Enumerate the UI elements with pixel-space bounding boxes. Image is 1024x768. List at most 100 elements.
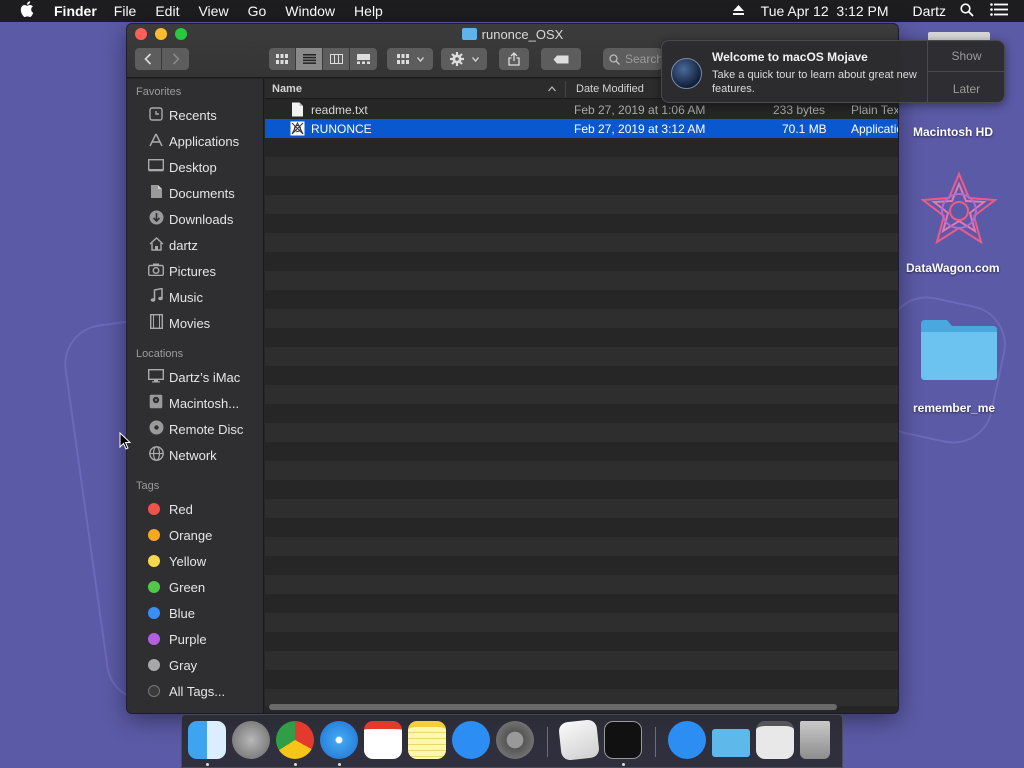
apple-menu-icon[interactable] [20, 1, 40, 21]
back-button[interactable] [135, 48, 162, 70]
file-rows: readme.txt Feb 27, 2019 at 1:06 AM 233 b… [265, 100, 898, 706]
sidebar-item-remote-disc[interactable]: Remote Disc [127, 417, 264, 441]
columns-icon [329, 54, 343, 64]
preview-window-dock-icon[interactable] [756, 721, 794, 759]
sidebar-item-tag-orange[interactable]: Orange [127, 523, 264, 547]
sidebar-header-tags: Tags [136, 480, 160, 492]
search-input[interactable]: Search [603, 48, 663, 70]
tag-icon [553, 55, 569, 63]
sidebar-item-documents[interactable]: Documents [127, 181, 264, 205]
terminal-dock-icon[interactable] [604, 721, 642, 759]
sidebar-item-label: Network [169, 447, 217, 463]
spotlight-search-icon[interactable] [960, 2, 974, 20]
chevron-right-icon [172, 53, 180, 65]
file-kind: Plain Text [851, 103, 898, 117]
sidebar-item-label: Orange [169, 527, 213, 543]
column-header-name[interactable]: Name [272, 83, 302, 95]
column-divider[interactable] [565, 81, 566, 97]
launchpad-rocket-dock-icon[interactable] [232, 721, 270, 759]
eject-icon[interactable] [732, 3, 745, 19]
sidebar-item-network[interactable]: Network [127, 443, 264, 467]
sidebar-item-all-tags[interactable]: All Tags... [127, 679, 264, 703]
menu-file[interactable]: File [114, 3, 137, 19]
dock [181, 714, 843, 768]
gallery-view-button[interactable] [350, 48, 377, 70]
app-store-dock-icon[interactable] [452, 721, 490, 759]
app-store-download-dock-icon[interactable] [668, 721, 706, 759]
notes-dock-icon[interactable] [408, 721, 446, 759]
menu-window[interactable]: Window [285, 3, 335, 19]
applications-icon [143, 133, 169, 150]
camera-icon [143, 263, 169, 279]
sidebar-item-tag-yellow[interactable]: Yellow [127, 549, 264, 573]
text-document-dock-icon[interactable] [558, 719, 600, 761]
music-note-icon [143, 287, 169, 306]
forward-button[interactable] [162, 48, 189, 70]
desktop-icon-label: DataWagon.com [906, 261, 1000, 275]
sidebar-item-recents[interactable]: Recents [127, 103, 264, 127]
sidebar-item-home[interactable]: dartz [127, 233, 264, 257]
menubar-clock[interactable]: Tue Apr 12 3:12 PM [761, 3, 889, 19]
folder-dock-icon[interactable] [712, 729, 750, 757]
file-size: 233 bytes [773, 103, 826, 117]
app-name-menu[interactable]: Finder [54, 3, 97, 19]
sidebar-item-imac[interactable]: Dartz’s iMac [127, 365, 264, 389]
list-view-button[interactable] [296, 48, 323, 70]
share-button[interactable] [499, 48, 529, 70]
column-header-date-modified[interactable]: Date Modified [576, 83, 644, 95]
desktop-icon [143, 158, 169, 175]
sidebar-item-tag-blue[interactable]: Blue [127, 601, 264, 625]
sidebar-item-tag-red[interactable]: Red [127, 497, 264, 521]
sidebar-item-tag-green[interactable]: Green [127, 575, 264, 599]
sidebar-item-pictures[interactable]: Pictures [127, 259, 264, 283]
tags-button[interactable] [541, 48, 581, 70]
chevron-down-icon [416, 56, 424, 62]
menu-view[interactable]: View [198, 3, 228, 19]
document-icon [143, 184, 169, 202]
menu-bar: Finder File Edit View Go Window Help Tue… [0, 0, 1024, 22]
window-title-text: runonce_OSX [481, 27, 564, 42]
file-date: Feb 27, 2019 at 3:12 AM [574, 122, 706, 136]
tag-dot-icon [148, 633, 160, 645]
sidebar-item-tag-gray[interactable]: Gray [127, 653, 264, 677]
chrome-dock-icon[interactable] [276, 721, 314, 759]
notification-banner[interactable]: Welcome to macOS Mojave Take a quick tou… [661, 40, 1005, 104]
finder-dock-icon[interactable] [188, 721, 226, 759]
menu-edit[interactable]: Edit [155, 3, 179, 19]
sidebar-item-applications[interactable]: Applications [127, 129, 264, 153]
notification-later-button[interactable]: Later [928, 73, 1005, 104]
share-icon [508, 52, 520, 66]
menu-help[interactable]: Help [354, 3, 383, 19]
notification-show-button[interactable]: Show [928, 41, 1005, 72]
table-row[interactable]: RUNONCE Feb 27, 2019 at 3:12 AM 70.1 MB … [265, 119, 898, 138]
mouse-cursor-icon [119, 432, 131, 450]
tag-dot-icon [148, 685, 160, 697]
film-icon [143, 313, 169, 332]
menu-go[interactable]: Go [248, 3, 267, 19]
gear-icon [449, 52, 464, 66]
sidebar-item-downloads[interactable]: Downloads [127, 207, 264, 231]
sidebar-item-label: Recents [169, 107, 217, 123]
icon-view-button[interactable] [269, 48, 296, 70]
sidebar-header-locations: Locations [136, 348, 184, 360]
sidebar-item-desktop[interactable]: Desktop [127, 155, 264, 179]
sidebar-item-macintosh-hd[interactable]: Macintosh... [127, 391, 264, 415]
menubar-user[interactable]: Dartz [913, 3, 946, 19]
sidebar-item-music[interactable]: Music [127, 285, 264, 309]
sidebar-item-tag-purple[interactable]: Purple [127, 627, 264, 651]
column-view-button[interactable] [323, 48, 350, 70]
group-icon [396, 54, 409, 64]
horizontal-scrollbar[interactable] [269, 704, 837, 710]
sort-chevron-up-icon[interactable] [548, 86, 556, 92]
safari-compass-dock-icon[interactable] [320, 721, 358, 759]
desktop-icon-label: remember_me [913, 401, 996, 415]
trash-dock-icon[interactable] [800, 721, 830, 759]
calendar-dock-icon[interactable] [364, 721, 402, 759]
group-by-button[interactable] [387, 48, 433, 70]
running-indicator [206, 763, 209, 766]
sidebar-item-movies[interactable]: Movies [127, 311, 264, 335]
gallery-icon [357, 54, 370, 64]
notification-center-icon[interactable] [990, 3, 1008, 19]
action-menu-button[interactable] [441, 48, 487, 70]
system-preferences-gear-dock-icon[interactable] [496, 721, 534, 759]
